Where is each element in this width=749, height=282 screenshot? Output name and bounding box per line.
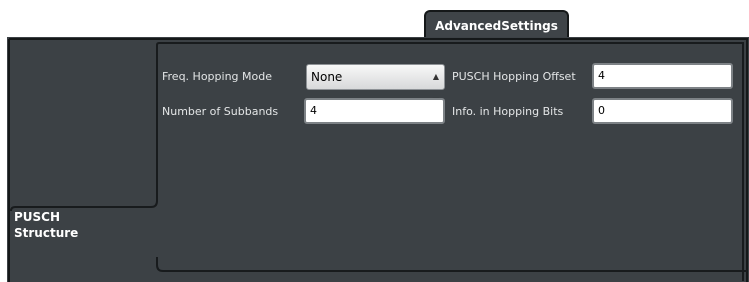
- tab-pusch-structure-line1: PUSCH: [14, 210, 61, 224]
- pusch-hopping-offset-input[interactable]: 4: [592, 63, 733, 89]
- number-of-subbands-input[interactable]: 4: [304, 98, 445, 124]
- number-of-subbands-label: Number of Subbands: [162, 105, 279, 118]
- tab-advanced-settings[interactable]: AdvancedSettings: [424, 10, 569, 39]
- freq-hopping-mode-label: Freq. Hopping Mode: [162, 70, 272, 83]
- tab-pusch-structure[interactable]: PUSCH Structure: [14, 209, 78, 241]
- freq-hopping-mode-value: None: [311, 70, 343, 84]
- tab-pusch-structure-line2: Structure: [14, 226, 79, 240]
- info-hopping-bits-label: Info. in Hopping Bits: [452, 105, 564, 118]
- tab-advanced-settings-label: AdvancedSettings: [435, 18, 558, 33]
- freq-hopping-mode-select[interactable]: None ▲▼: [306, 64, 445, 105]
- pusch-hopping-offset-label: PUSCH Hopping Offset: [452, 70, 576, 83]
- info-hopping-bits-input[interactable]: 0: [592, 98, 733, 124]
